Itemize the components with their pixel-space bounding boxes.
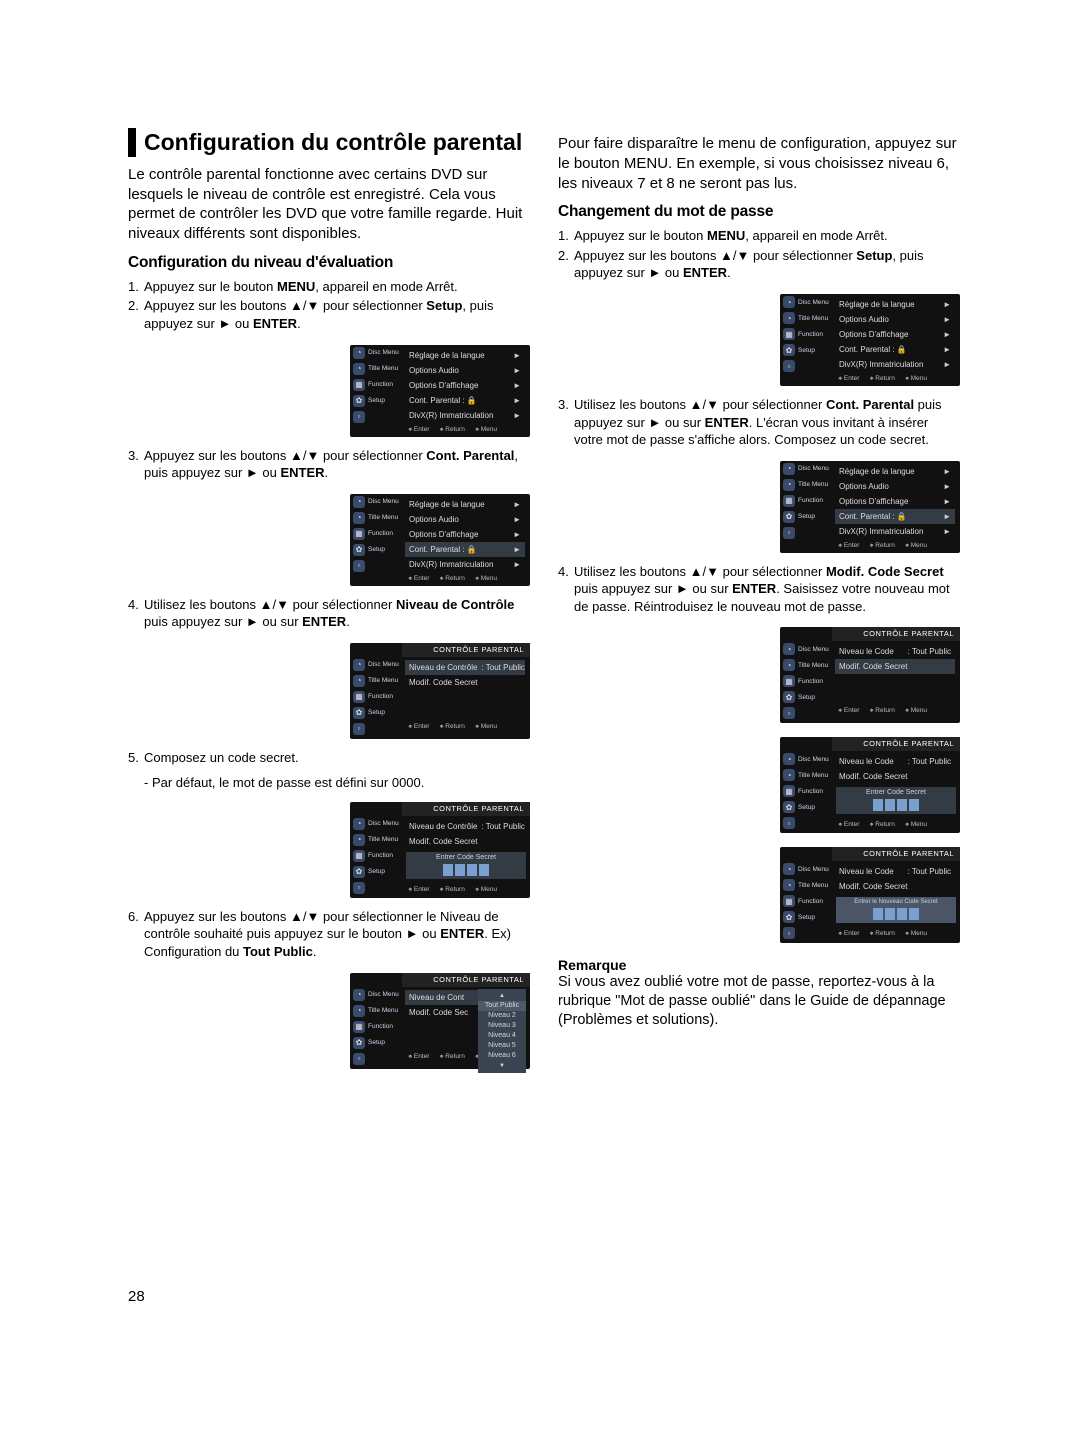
level-dropdown: ▲ Tout Public Niveau 2 Niveau 3 Niveau 4… (478, 989, 526, 1073)
right-intro: Pour faire disparaître le menu de config… (558, 134, 960, 193)
step-1: Appuyez sur le bouton MENU, appareil en … (128, 278, 530, 296)
function-icon: ▦ (353, 379, 365, 391)
left-column: Configuration du contrôle parental Le co… (128, 128, 530, 1079)
lock-icon: 🔒 (467, 396, 477, 405)
steps-list: Appuyez sur le bouton MENU, appareil en … (128, 278, 530, 335)
intro-text: Le contrôle parental fonctionne avec cer… (128, 165, 530, 244)
r-step-4: Utilisez les boutons ▲/▼ pour sélectionn… (558, 563, 960, 616)
subsection-title-password: Changement du mot de passe (558, 203, 960, 221)
r-step-3: Utilisez les boutons ▲/▼ pour sélectionn… (558, 396, 960, 449)
step-6: Appuyez sur les boutons ▲/▼ pour sélecti… (128, 908, 530, 961)
subsection-title: Configuration du niveau d'évaluation (128, 254, 530, 272)
remarque-heading: Remarque (558, 957, 960, 973)
nav-icon: ▫ (353, 411, 365, 423)
remarque-text: Si vous avez oublié votre mot de passe, … (558, 973, 960, 1030)
osd-setup-menu-highlighted: ◔Disc Menu ◔Title Menu ▦Function ✿Setup … (350, 494, 530, 586)
osd-parental-code: CONTRÔLE PARENTAL ◔Disc Menu ◔Title Menu… (780, 627, 960, 723)
section-title: Configuration du contrôle parental (144, 128, 530, 157)
osd-sidebar: ◔Disc Menu ◔Title Menu ▦Function ✿Setup … (350, 345, 402, 425)
step-5: Composez un code secret. (128, 749, 530, 767)
section-header-block: Configuration du contrôle parental (128, 128, 530, 157)
osd-setup-menu: ◔Disc Menu ◔Title Menu ▦Function ✿Setup … (780, 294, 960, 386)
r-step-2: Appuyez sur les boutons ▲/▼ pour sélecti… (558, 247, 960, 282)
osd-enter-code: CONTRÔLE PARENTAL ◔Disc Menu ◔Title Menu… (350, 802, 530, 898)
r-step-1: Appuyez sur le bouton MENU, appareil en … (558, 227, 960, 245)
step-5-note: - Par défaut, le mot de passe est défini… (128, 774, 530, 792)
setup-icon: ✿ (353, 395, 365, 407)
osd-setup-menu-highlighted: ◔Disc Menu ◔Title Menu ▦Function ✿Setup … (780, 461, 960, 553)
title-icon: ◔ (353, 363, 365, 375)
step-4: Utilisez les boutons ▲/▼ pour sélectionn… (128, 596, 530, 631)
page-number: 28 (128, 1288, 145, 1305)
osd-enter-code: CONTRÔLE PARENTAL ◔Disc Menu ◔Title Menu… (780, 737, 960, 833)
osd-setup-menu: ◔Disc Menu ◔Title Menu ▦Function ✿Setup … (350, 345, 530, 437)
step-2: Appuyez sur les boutons ▲/▼ pour sélecti… (128, 297, 530, 332)
osd-row: Réglage de la langue► (405, 348, 525, 363)
osd-level-dropdown: CONTRÔLE PARENTAL ◔Disc Menu ◔Title Menu… (350, 973, 530, 1069)
step-3: Appuyez sur les boutons ▲/▼ pour sélecti… (128, 447, 530, 482)
osd-parental-menu: CONTRÔLE PARENTAL ◔Disc Menu ◔Title Menu… (350, 643, 530, 739)
right-column: Pour faire disparaître le menu de config… (558, 128, 960, 1079)
disc-icon: ◔ (353, 347, 365, 359)
osd-enter-new-code: CONTRÔLE PARENTAL ◔Disc Menu ◔Title Menu… (780, 847, 960, 943)
